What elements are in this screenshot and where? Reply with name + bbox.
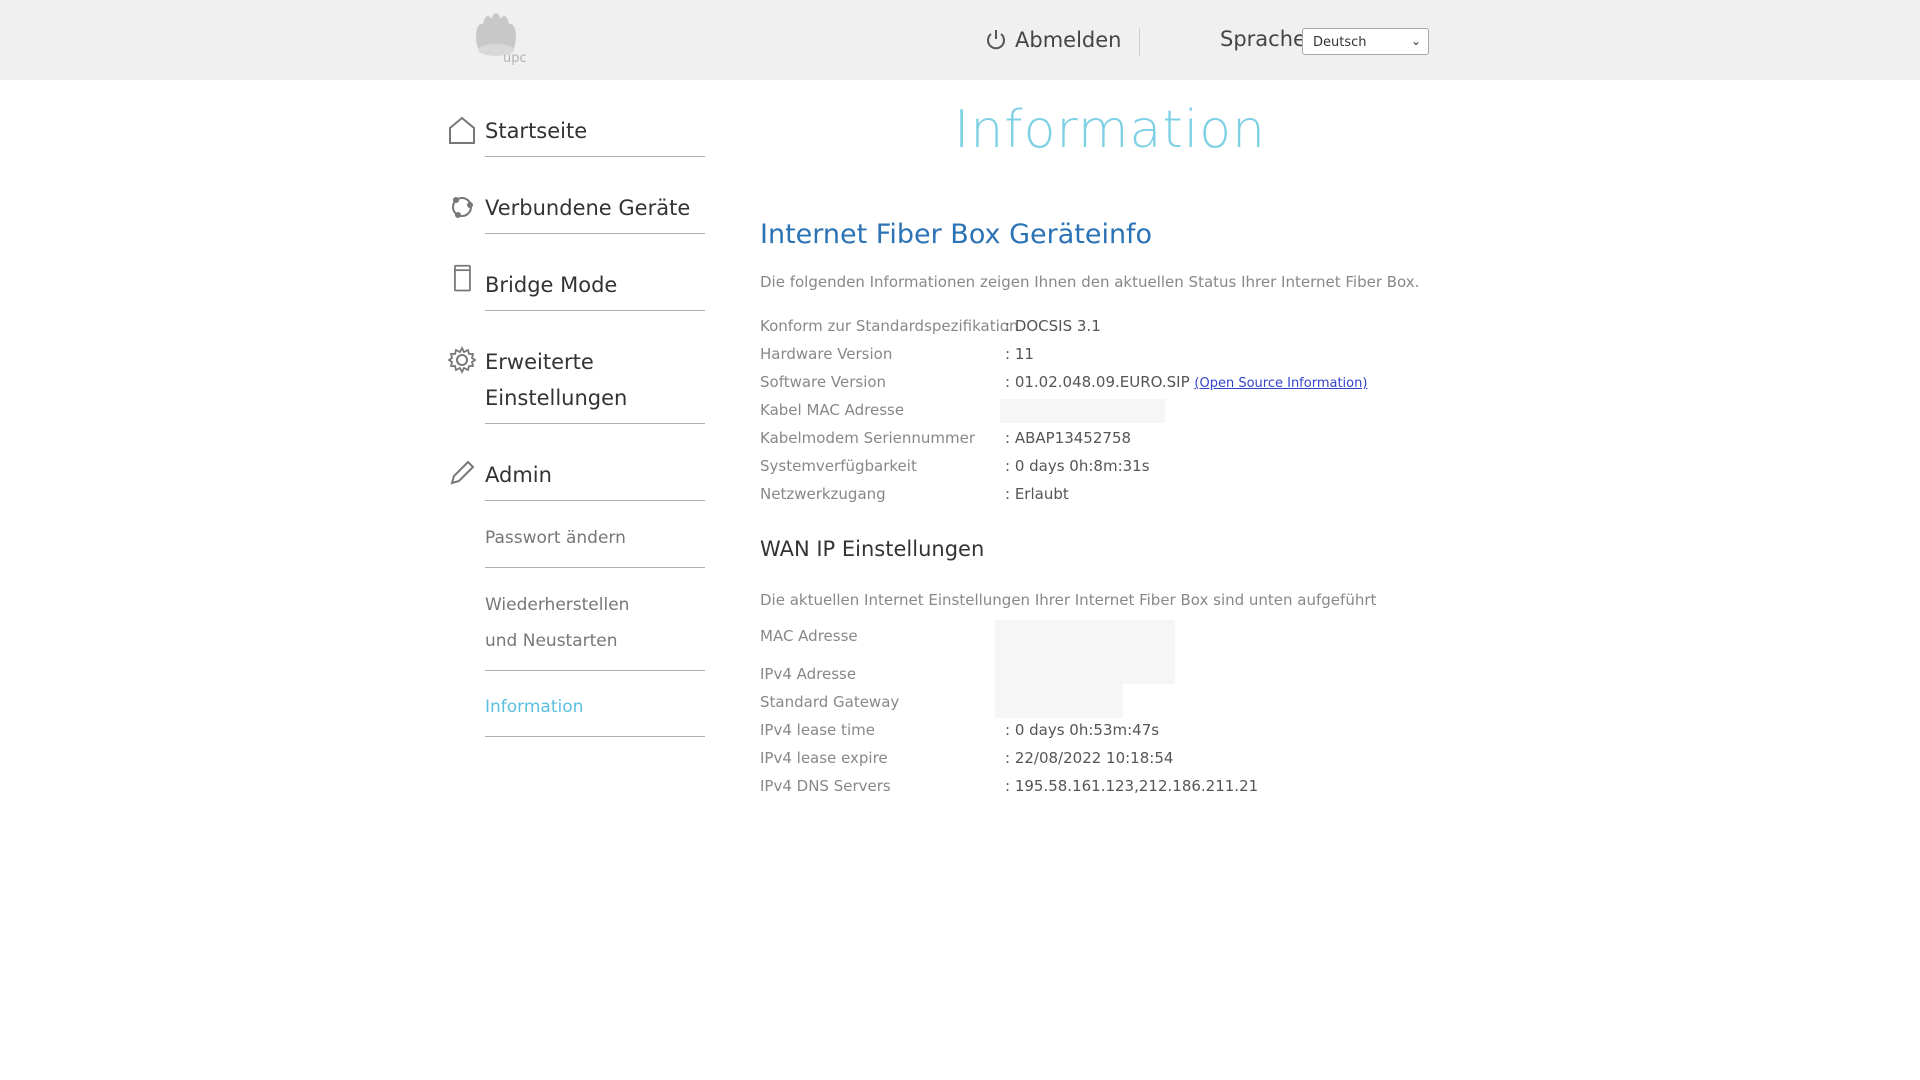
- row-label: Kabel MAC Adresse: [760, 401, 905, 419]
- device-info-description: Die folgenden Informationen zeigen Ihnen…: [760, 273, 1420, 291]
- sidebar-subitem-label: Information: [485, 697, 584, 717]
- sidebar-item-erweiterte-einstellungen[interactable]: Erweiterte Einstellungen: [485, 344, 705, 424]
- row-value-software: : 01.02.048.09.EURO.SIP (Open Source Inf…: [1005, 373, 1367, 391]
- row-value: : 11: [1005, 345, 1034, 363]
- redacted-value: [995, 684, 1123, 718]
- row-value: : 0 days 0h:53m:47s: [1005, 721, 1160, 739]
- row-label: IPv4 Adresse: [760, 665, 857, 683]
- sidebar-subitem-label: Wiederherstellen und Neustarten: [485, 595, 630, 651]
- sidebar-subitem-information[interactable]: Information: [485, 689, 705, 737]
- redacted-value: [995, 620, 1175, 684]
- device-info-title: Internet Fiber Box Geräteinfo: [760, 219, 1153, 250]
- row-value: : 22/08/2022 10:18:54: [1005, 749, 1174, 767]
- logo-text: upc: [503, 51, 527, 66]
- row-label: Software Version: [760, 373, 887, 391]
- row-label: MAC Adresse: [760, 627, 858, 645]
- software-version-value: : 01.02.048.09.EURO.SIP: [1005, 373, 1190, 391]
- wan-section-description: Die aktuellen Internet Einstellungen Ihr…: [760, 591, 1377, 609]
- row-value: : 195.58.161.123,212.186.211.21: [1005, 777, 1259, 795]
- home-icon: [449, 116, 475, 144]
- row-value: : ABAP13452758: [1005, 429, 1132, 447]
- logout-label: Abmelden: [1015, 28, 1122, 52]
- sidebar-item-label: Admin: [485, 463, 552, 487]
- language-label: Sprache: [1220, 27, 1306, 51]
- open-source-info-link[interactable]: (Open Source Information): [1194, 376, 1367, 391]
- logout-button[interactable]: Abmelden: [985, 26, 1121, 54]
- pencil-icon: [450, 460, 475, 485]
- sidebar-item-label: Startseite: [485, 119, 588, 143]
- sidebar-subitem-wiederherstellen[interactable]: Wiederherstellen und Neustarten: [485, 587, 705, 671]
- chevron-down-icon: ⌄: [1410, 34, 1421, 48]
- sidebar-item-label: Erweiterte Einstellungen: [485, 350, 628, 410]
- sidebar-item-verbundene-geraete[interactable]: Verbundene Geräte: [485, 190, 705, 234]
- wan-section-title: WAN IP Einstellungen: [760, 537, 985, 561]
- row-label: Konform zur Standardspezifikation: [760, 317, 1019, 335]
- top-bar: upc Abmelden Sprache Deutsch ⌄: [0, 0, 1920, 80]
- row-label: Systemverfügbarkeit: [760, 457, 917, 475]
- page-title: Information: [953, 100, 1266, 160]
- row-label: IPv4 lease time: [760, 721, 875, 739]
- row-label: Hardware Version: [760, 345, 893, 363]
- row-label: Netzwerkzugang: [760, 485, 886, 503]
- language-selected-value: Deutsch: [1313, 35, 1367, 50]
- bridge-icon: [454, 264, 471, 292]
- power-icon: [987, 30, 1005, 50]
- redacted-value: [1000, 399, 1165, 423]
- row-value: : 0 days 0h:8m:31s: [1005, 457, 1150, 475]
- sidebar-item-label: Bridge Mode: [485, 273, 618, 297]
- gear-icon: [447, 345, 477, 375]
- sidebar-subitem-passwort[interactable]: Passwort ändern: [485, 520, 705, 568]
- sidebar-item-startseite[interactable]: Startseite: [485, 113, 705, 157]
- row-value: : DOCSIS 3.1: [1005, 317, 1101, 335]
- row-label: IPv4 DNS Servers: [760, 777, 891, 795]
- row-label: Kabelmodem Seriennummer: [760, 429, 976, 447]
- row-label: IPv4 lease expire: [760, 749, 888, 767]
- header-divider: [1139, 28, 1140, 56]
- sidebar-item-label: Verbundene Geräte: [485, 196, 691, 220]
- row-label: Standard Gateway: [760, 693, 900, 711]
- sidebar-item-admin[interactable]: Admin: [485, 457, 705, 501]
- row-value: : Erlaubt: [1005, 485, 1069, 503]
- language-select[interactable]: Deutsch ⌄: [1302, 28, 1429, 55]
- devices-icon: [452, 197, 473, 218]
- sidebar-subitem-label: Passwort ändern: [485, 528, 626, 548]
- sidebar-item-bridge-mode[interactable]: Bridge Mode: [485, 267, 705, 311]
